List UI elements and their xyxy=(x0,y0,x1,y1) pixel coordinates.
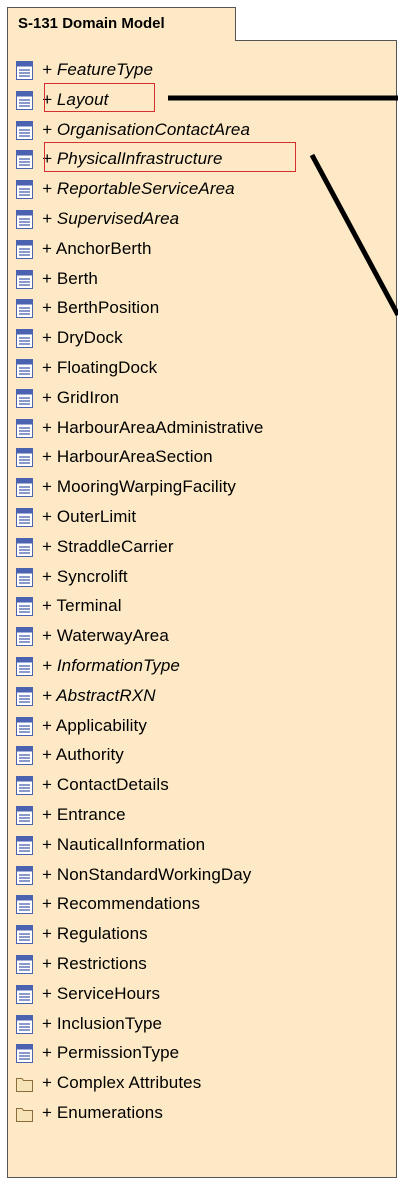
connector-line-physical-infrastructure xyxy=(309,153,398,317)
connector-lines xyxy=(168,95,398,317)
